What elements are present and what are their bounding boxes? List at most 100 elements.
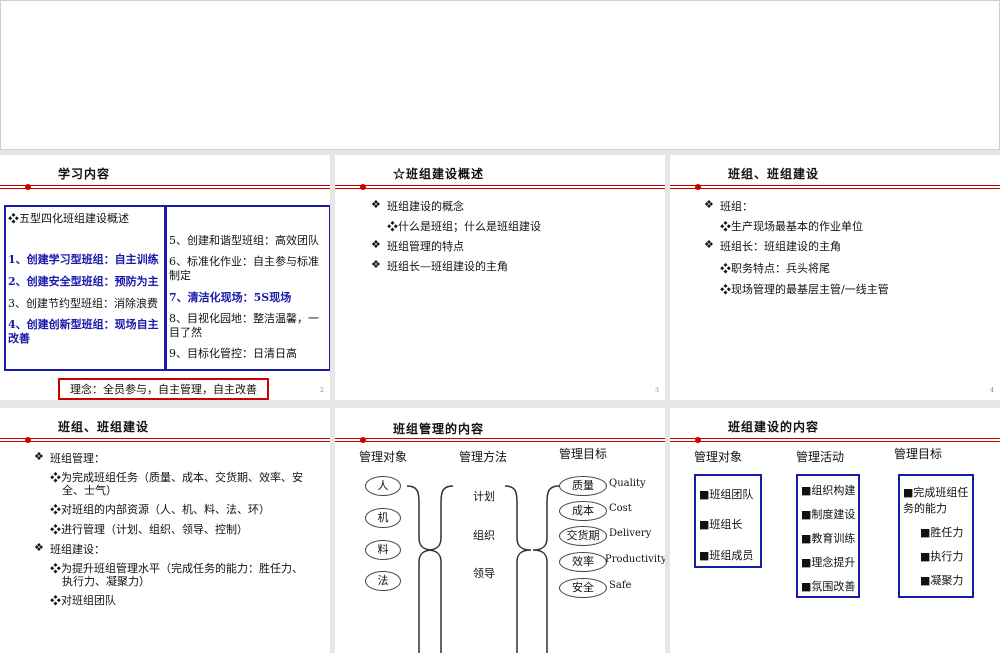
list-item: 改善: [8, 332, 30, 345]
list-item: ■班组长: [699, 518, 743, 531]
column-header: 管理目标: [894, 447, 943, 461]
goal-english: Safe: [609, 580, 632, 591]
bullet-icon: ❖: [704, 238, 714, 251]
divider: [335, 185, 665, 186]
list-item: ❖对班组团队: [50, 594, 116, 607]
goal-english: Quality: [609, 478, 646, 489]
list-item: ❖对班组的内部资源（人、机、料、法、环）: [50, 503, 270, 516]
slide-title: ☆班组建设概述: [393, 167, 485, 181]
list-item: 2、创建安全型班组：预防为主: [8, 275, 159, 288]
bullet-icon: ❖: [371, 198, 381, 211]
goal-english: Productivity: [605, 554, 665, 565]
method-label: 组织: [473, 529, 495, 542]
list-item: ■理念提升: [801, 556, 856, 569]
list-item: 目了然: [169, 326, 202, 339]
goal-oval: 交货期: [559, 526, 607, 546]
right-content-box: 5、创建和谐型班组：高效团队 6、标准化作业：自主参与标准 制定 7、清洁化现场…: [165, 205, 330, 371]
list-item: 制定: [169, 269, 191, 282]
goal-oval: 质量: [559, 476, 607, 496]
list-item: 3、创建节约型班组：消除浪费: [8, 297, 158, 310]
divider: [670, 441, 1000, 442]
slide-thumbnail-6[interactable]: 班组管理的内容 管理对象 管理方法 管理目标 人 机 料 法 计划 组织 领导 …: [335, 408, 665, 653]
list-item: ❖职务特点：兵头将尾: [720, 262, 830, 275]
slide-thumbnail-7[interactable]: 班组建设的内容 管理对象 管理活动 管理目标 ■班组团队 ■班组长 ■班组成员 …: [670, 408, 1000, 653]
goal-oval: 成本: [559, 501, 607, 521]
objects-box: ■班组团队 ■班组长 ■班组成员: [694, 474, 762, 568]
dot-decoration: [695, 184, 701, 190]
list-item: ■制度建设: [801, 508, 856, 521]
bullet-icon: ❖: [34, 450, 44, 463]
list-item: ❖现场管理的最基层主管/一线主管: [720, 283, 889, 296]
bullet-icon: ❖: [704, 198, 714, 211]
divider: [0, 438, 330, 439]
column-header: 管理对象: [694, 450, 743, 464]
list-item: 执行力、凝聚力）: [62, 575, 150, 588]
method-label: 领导: [473, 567, 495, 580]
divider: [0, 185, 330, 186]
list-item: ■组织构建: [801, 484, 856, 497]
divider: [670, 185, 1000, 186]
list-item: ■班组团队: [699, 488, 754, 501]
list-item: ■凝聚力: [920, 574, 964, 587]
slide-title: 班组建设的内容: [728, 420, 820, 434]
list-item: ■班组成员: [699, 549, 754, 562]
goal-oval: 安全: [559, 578, 607, 598]
bullet-icon: ❖: [371, 238, 381, 251]
top-empty-area: [0, 0, 1000, 150]
page-number: 3: [655, 387, 659, 394]
list-item: 班组长—班组建设的主角: [387, 260, 508, 273]
slide-thumbnail-4[interactable]: 班组、班组建设 ❖ 班组： ❖生产现场最基本的作业单位 ❖ 班组长：班组建设的主…: [670, 155, 1000, 400]
list-item: ■胜任力: [920, 526, 964, 539]
list-item: 班组建设：: [50, 543, 105, 556]
page-number: 2: [320, 387, 324, 394]
list-item: 4、创建创新型班组：现场自主: [8, 318, 159, 331]
list-item: ❖生产现场最基本的作业单位: [720, 220, 863, 233]
divider: [670, 188, 1000, 189]
box-header: ❖五型四化班组建设概述: [8, 212, 129, 225]
list-item: ■教育训练: [801, 532, 856, 545]
list-item: 班组建设的概念: [387, 200, 464, 213]
slide-title: 学习内容: [58, 167, 111, 181]
activities-box: ■组织构建 ■制度建设 ■教育训练 ■理念提升 ■氛围改善: [796, 474, 860, 598]
column-header: 管理活动: [796, 450, 845, 464]
slide-thumbnail-5[interactable]: 班组、班组建设 ❖ 班组管理： ❖为完成班组任务（质量、成本、交货期、效率、安 …: [0, 408, 330, 653]
divider: [335, 188, 665, 189]
slide-title: 班组、班组建设: [728, 167, 820, 181]
list-item: 务的能力: [903, 502, 947, 515]
list-item: ■完成班组任: [903, 486, 969, 499]
goal-english: Cost: [609, 503, 632, 514]
list-item: 5、创建和谐型班组：高效团队: [169, 234, 319, 247]
page-number: 4: [990, 387, 994, 394]
bullet-icon: ❖: [371, 258, 381, 271]
divider: [670, 438, 1000, 439]
slide-thumbnail-2[interactable]: 学习内容 ❖五型四化班组建设概述 1、创建学习型班组：自主训练 2、创建安全型班…: [0, 155, 330, 400]
list-item: ❖进行管理（计划、组织、领导、控制）: [50, 523, 248, 536]
dot-decoration: [360, 184, 366, 190]
method-label: 计划: [473, 490, 495, 503]
list-item: ❖什么是班组；什么是班组建设: [387, 220, 541, 233]
list-item: ■执行力: [920, 550, 964, 563]
list-item: 班组管理的特点: [387, 240, 464, 253]
divider: [0, 188, 330, 189]
dot-decoration: [25, 437, 31, 443]
list-item: 1、创建学习型班组：自主训练: [8, 253, 159, 266]
dot-decoration: [25, 184, 31, 190]
goal-oval: 效率: [559, 552, 607, 572]
list-item: 6、标准化作业：自主参与标准: [169, 255, 319, 268]
list-item: 班组管理：: [50, 452, 105, 465]
list-item: 全、士气）: [62, 484, 117, 497]
goal-english: Delivery: [609, 528, 652, 539]
list-item: ■氛围改善: [801, 580, 856, 593]
goals-box: ■完成班组任 务的能力 ■胜任力 ■执行力 ■凝聚力: [898, 474, 974, 598]
slide-title: 班组、班组建设: [58, 420, 150, 434]
list-item: 7、清洁化现场：5S现场: [169, 291, 292, 304]
dot-decoration: [695, 437, 701, 443]
list-item: 9、目标化管控：日清日高: [169, 347, 297, 360]
slide-thumbnail-3[interactable]: ☆班组建设概述 ❖ 班组建设的概念 ❖什么是班组；什么是班组建设 ❖ 班组管理的…: [335, 155, 665, 400]
left-content-box: ❖五型四化班组建设概述 1、创建学习型班组：自主训练 2、创建安全型班组：预防为…: [4, 205, 166, 371]
list-item: 班组：: [720, 200, 753, 213]
list-item: 班组长：班组建设的主角: [720, 240, 841, 253]
divider: [0, 441, 330, 442]
bullet-icon: ❖: [34, 541, 44, 554]
concept-box: 理念：全员参与，自主管理，自主改善: [58, 378, 269, 400]
